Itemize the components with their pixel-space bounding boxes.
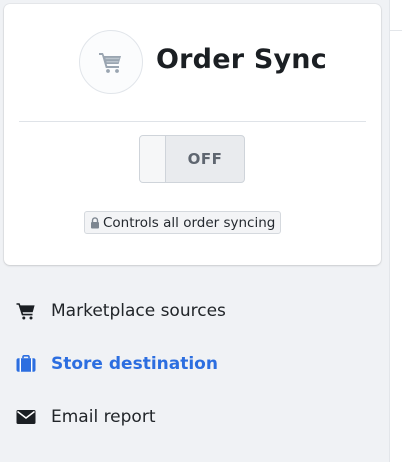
cart-icon: [16, 302, 36, 320]
app-logo: [79, 30, 143, 94]
sidebar-item-email-report[interactable]: Email report: [0, 391, 389, 443]
info-badge: Controls all order syncing: [84, 211, 282, 234]
page-title: Order Sync: [156, 44, 327, 75]
sidebar-item-label: Marketplace sources: [51, 301, 226, 321]
content-pane-edge: [389, 0, 402, 462]
badge-text: Controls all order syncing: [103, 214, 276, 231]
content-pane-divider-line: [390, 30, 402, 31]
sidebar-item-label: Store destination: [51, 354, 218, 374]
order-sync-toggle[interactable]: OFF: [139, 135, 245, 183]
lock-icon: [91, 216, 99, 228]
sidebar-item-store-destination[interactable]: Store destination: [0, 338, 389, 390]
toggle-knob[interactable]: [140, 136, 166, 182]
card-header: Order Sync: [4, 4, 381, 122]
sidebar-item-marketplace-sources[interactable]: Marketplace sources: [0, 285, 389, 337]
envelope-icon: [16, 408, 36, 426]
header-divider: [19, 121, 366, 122]
toggle-state-label: OFF: [187, 150, 223, 168]
shopping-cart-icon: [99, 53, 121, 73]
briefcase-icon: [16, 355, 36, 373]
order-sync-card: Order Sync OFF Controls all order syncin…: [4, 4, 381, 265]
sidebar-item-label: Email report: [51, 407, 156, 427]
